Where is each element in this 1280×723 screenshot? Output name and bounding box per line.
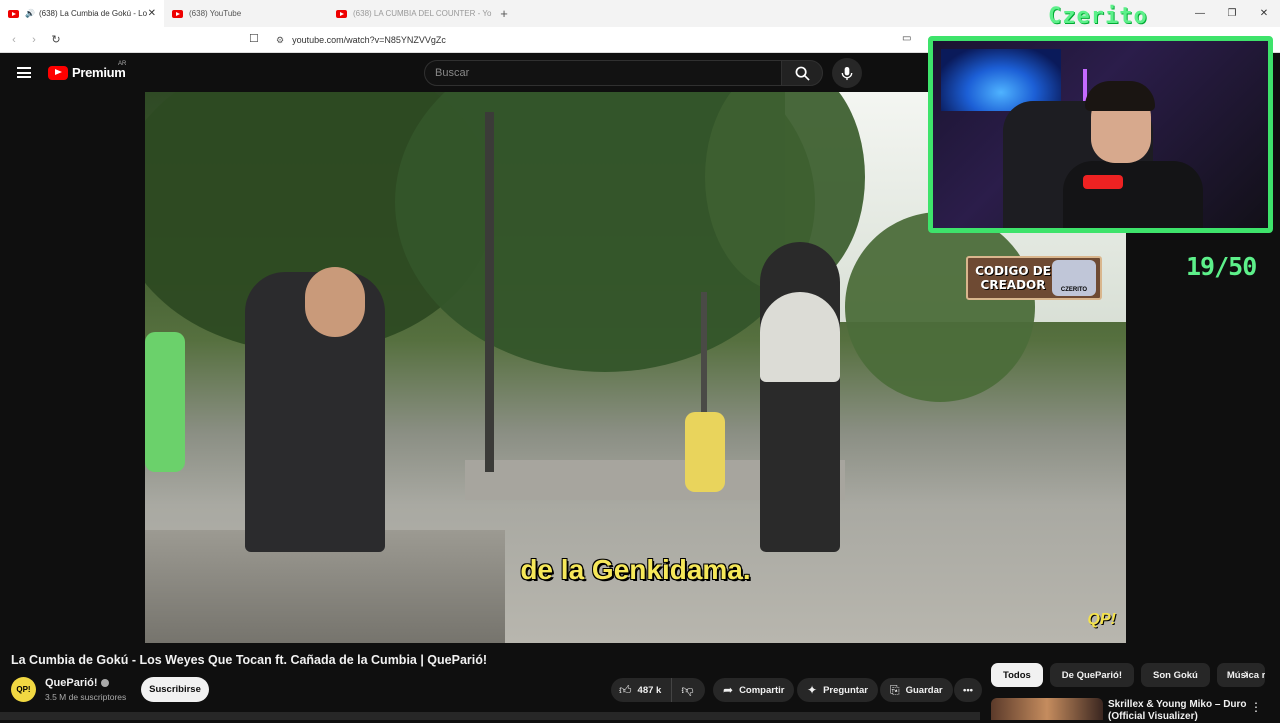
share-label: Compartir — [739, 684, 785, 696]
search-placeholder: Buscar — [435, 67, 470, 79]
back-icon[interactable]: ‹ — [4, 34, 24, 46]
creator-code-badge: CZERITO — [1052, 260, 1096, 296]
youtube-play-icon — [48, 65, 68, 80]
site-settings-icon[interactable]: ⚙ — [276, 35, 284, 46]
ask-label: Preguntar — [823, 684, 868, 696]
save-label: Guardar — [905, 684, 943, 696]
country-code: AR — [118, 61, 127, 67]
tab-label: (638) La Cumbia de Gokú - Lo — [38, 9, 148, 18]
browser-tab[interactable]: (638) LA CUMBIA DEL COUNTER - Yo — [328, 0, 494, 27]
verified-icon — [100, 679, 109, 688]
restore-icon[interactable]: ❐ — [1216, 8, 1248, 19]
like-dislike-group: 👍︎ 487 k 👎︎ — [611, 678, 705, 702]
chevron-right-icon[interactable]: › — [1236, 665, 1256, 685]
description-box-edge — [0, 712, 980, 720]
voice-search-button[interactable] — [832, 58, 862, 88]
ask-button[interactable]: ✦ Preguntar — [797, 678, 878, 702]
brand-label: Premium — [72, 65, 126, 80]
tab-label: (638) YouTube — [189, 9, 242, 18]
more-actions-button[interactable]: ••• — [954, 678, 982, 702]
share-icon: ➦ — [723, 683, 734, 697]
tab-close-icon[interactable]: ✕ — [148, 8, 156, 19]
streamer-name: Czerito — [1048, 4, 1148, 29]
chip-son-goku[interactable]: Son Gokú — [1140, 663, 1210, 687]
recommended-video-thumbnail[interactable] — [991, 698, 1103, 720]
channel-watermark: QP! — [1087, 611, 1116, 628]
cast-icon[interactable]: ▭ — [902, 33, 911, 44]
share-button[interactable]: ➦ Compartir — [713, 678, 795, 702]
chip-channel[interactable]: De QueParió! — [1049, 663, 1134, 687]
reload-icon[interactable]: ↻ — [46, 33, 66, 46]
microphone-icon — [841, 66, 853, 80]
url-text: youtube.com/watch?v=N85YNZVVgZc — [292, 35, 446, 45]
search-icon — [795, 66, 810, 81]
minimize-icon[interactable]: — — [1184, 8, 1216, 19]
url-field[interactable]: ⚙ youtube.com/watch?v=N85YNZVVgZc — [276, 31, 446, 49]
subscriber-count: 3.5 M de suscriptores — [45, 692, 127, 702]
more-vertical-icon[interactable]: ⋮ — [1250, 700, 1262, 714]
channel-name[interactable]: QueParió! — [45, 677, 109, 689]
video-title: La Cumbia de Gokú - Los Weyes Que Tocan … — [11, 653, 488, 667]
dislike-button[interactable]: 👎︎ — [672, 678, 699, 702]
search-input[interactable]: Buscar — [424, 60, 782, 86]
channel-name-text: QueParió! — [45, 677, 98, 689]
webcam-person-hair — [1085, 81, 1155, 111]
save-button[interactable]: ⎘ Guardar — [880, 678, 953, 702]
recommended-video-title[interactable]: Skrillex & Young Miko – Duro (Official V… — [1108, 699, 1247, 723]
thumbs-up-icon: 👍︎ — [619, 682, 632, 697]
subscribe-button[interactable]: Suscribirse — [141, 677, 209, 702]
stream-counter: 19/50 — [1186, 252, 1257, 281]
like-count: 487 k — [637, 684, 662, 696]
related-filter-chips: Todos De QueParió! Son Gokú Música re — [991, 663, 1272, 687]
new-tab-button[interactable]: + — [494, 6, 514, 21]
video-lamppost — [485, 112, 494, 472]
tab-label: (638) LA CUMBIA DEL COUNTER - Yo — [353, 9, 492, 18]
webcam-microphone — [1083, 175, 1123, 189]
creator-code-label: CODIGO DE CREADOR — [975, 264, 1051, 292]
video-person — [145, 332, 185, 472]
youtube-premium-logo[interactable]: Premium AR — [48, 61, 126, 80]
close-window-icon[interactable]: ✕ — [1248, 8, 1280, 19]
video-person — [760, 242, 840, 552]
recommended-title-line: Skrillex & Young Miko – Duro — [1108, 699, 1247, 710]
browser-tab-active[interactable]: 🔊 (638) La Cumbia de Gokú - Lo ✕ — [0, 0, 164, 27]
hamburger-menu-icon[interactable] — [17, 67, 31, 78]
more-horizontal-icon: ••• — [963, 684, 973, 696]
window-controls: — ❐ ✕ — [1184, 0, 1280, 27]
youtube-favicon-icon — [172, 9, 183, 18]
like-button[interactable]: 👍︎ 487 k — [611, 678, 673, 702]
speaker-icon[interactable]: 🔊 — [25, 9, 35, 18]
youtube-favicon-icon — [8, 9, 19, 18]
forward-icon[interactable]: › — [24, 34, 44, 46]
video-subtitle: de la Genkidama. — [520, 554, 751, 585]
webcam-person-body — [1063, 161, 1203, 228]
bookmark-save-icon: ⎘ — [890, 682, 900, 697]
browser-tab[interactable]: (638) YouTube — [164, 0, 328, 27]
sparkle-icon: ✦ — [807, 683, 818, 697]
youtube-favicon-icon — [336, 9, 347, 18]
chip-all[interactable]: Todos — [991, 663, 1043, 687]
channel-avatar[interactable]: QP! — [11, 677, 36, 702]
video-person — [685, 412, 725, 492]
video-tree — [845, 212, 1035, 402]
webcam-overlay — [928, 36, 1273, 233]
bookmark-icon[interactable]: ☐ — [249, 32, 259, 45]
creator-code-banner: CODIGO DE CREADOR CZERITO — [966, 256, 1102, 300]
video-person — [760, 292, 840, 382]
search-button[interactable] — [781, 60, 823, 86]
recommended-title-line: (Official Visualizer) — [1108, 711, 1198, 722]
thumbs-down-icon: 👎︎ — [681, 682, 694, 697]
video-person-head — [305, 267, 365, 337]
